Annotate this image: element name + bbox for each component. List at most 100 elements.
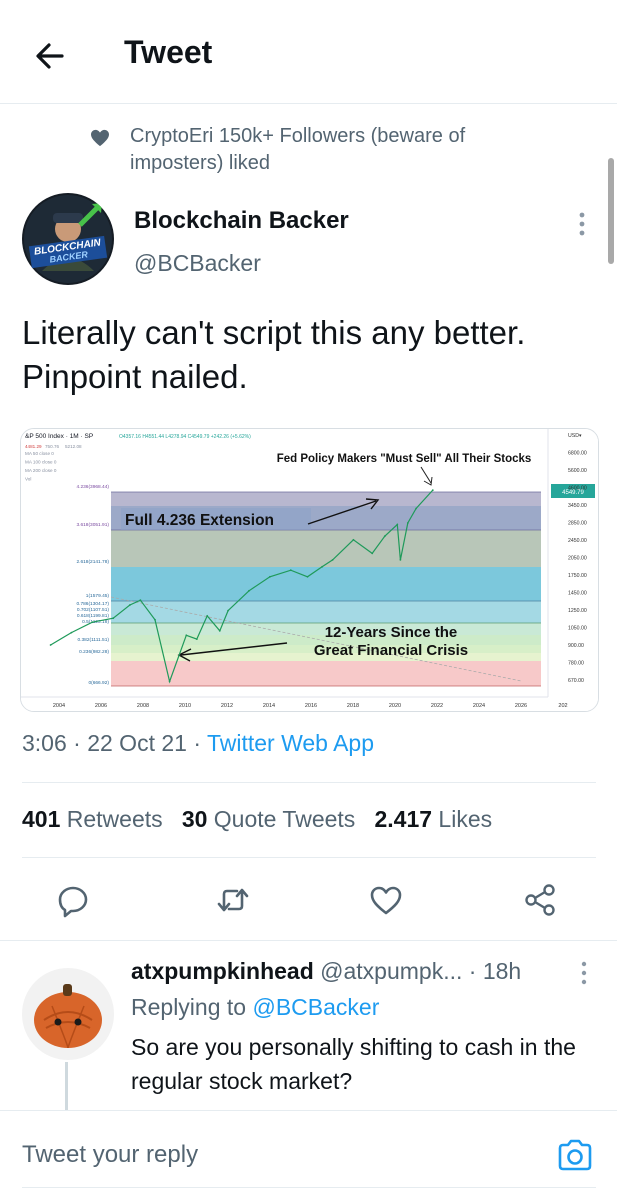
retweets-stat[interactable]: 401 Retweets [22, 806, 163, 832]
avatar[interactable]: BLOCKCHAIN BACKER [22, 193, 114, 285]
x-tick-label: 2024 [473, 703, 485, 709]
tweet-media-chart[interactable]: &P 500 Index · 1M · SP O4357.16 H4551.44… [20, 428, 599, 712]
chart-svg: &P 500 Index · 1M · SP O4357.16 H4551.44… [21, 429, 598, 711]
y-tick-label: 900.00 [568, 643, 584, 649]
header-bar: Tweet [0, 0, 617, 104]
x-tick-label: 2012 [221, 703, 233, 709]
series-point [289, 569, 292, 572]
quote-tweets-stat[interactable]: 30 Quote Tweets [182, 806, 355, 832]
fib-band-2618 [111, 530, 541, 567]
y-tick-label: 4600.00 [568, 486, 587, 492]
series-point [399, 559, 402, 561]
series-point [269, 575, 271, 578]
replying-to-handle[interactable]: @BCBacker [252, 994, 379, 1020]
thread-line [65, 1062, 68, 1110]
series-point [321, 565, 323, 568]
x-tick-label: 2018 [347, 703, 359, 709]
y-tick-label: 1250.00 [568, 608, 587, 614]
series-point [218, 629, 221, 632]
x-tick-label: 2010 [179, 703, 191, 709]
reply-time[interactable]: · 18h [469, 958, 521, 984]
fib-band-4236 [111, 492, 541, 506]
chart-symbol-label: &P 500 Index · 1M · SP [25, 433, 93, 440]
series-point [112, 617, 115, 620]
divider [22, 782, 596, 783]
page-title: Tweet [124, 34, 213, 70]
chart-legend-row: Vol [25, 477, 31, 482]
camera-icon[interactable] [556, 1137, 594, 1173]
series-point [168, 680, 171, 683]
retweet-icon[interactable] [213, 880, 253, 920]
reply-more-icon[interactable] [572, 958, 596, 988]
y-tick-label: 5600.00 [568, 468, 587, 474]
reply-avatar[interactable] [22, 968, 114, 1060]
chart-legend-row: 750.76 [45, 444, 59, 449]
chart-legend-row: 4481.29 [25, 444, 42, 449]
scrollbar[interactable] [608, 158, 614, 264]
fib-level-label: 0.618(1199.81) [77, 613, 110, 619]
y-tick-label: USD▾ [568, 433, 582, 439]
fib-level-label: 1(1579.45) [86, 593, 110, 599]
likes-stat[interactable]: 2.417 Likes [374, 806, 492, 832]
reply-text: So are you personally shifting to cash i… [131, 1034, 576, 1094]
x-tick-label: 202 [558, 703, 567, 709]
replying-to: Replying to @BCBacker [131, 994, 380, 1020]
y-tick-label: 1050.00 [568, 626, 587, 632]
fib-level-label: 0.786(1304.17) [76, 601, 109, 607]
series-point [331, 559, 334, 561]
reply-author-handle[interactable]: @atxpumpk... [320, 958, 462, 984]
tweet-timestamp[interactable]: 3:06 · 22 Oct 21 · [22, 730, 207, 756]
y-tick-label: 6800.00 [568, 451, 587, 457]
x-tick-label: 2016 [305, 703, 317, 709]
reply-composer-input[interactable]: Tweet your reply [22, 1141, 198, 1169]
share-icon[interactable] [520, 880, 560, 920]
x-tick-label: 2006 [95, 703, 107, 709]
annotation-extension: Full 4.236 Extension [125, 512, 274, 529]
tweet-source-app[interactable]: Twitter Web App [207, 730, 374, 756]
heart-outline-icon[interactable] [366, 880, 406, 920]
reply-author-name[interactable]: atxpumpkinhead [131, 958, 314, 984]
tweet-stats: 401 Retweets 30 Quote Tweets 2.417 Likes [22, 806, 492, 833]
divider [0, 1110, 617, 1111]
series-point [431, 489, 434, 491]
fib-level-label: 3.618(3051.91) [76, 522, 109, 528]
chart-legend-row: 5212.08 [65, 444, 82, 449]
chart-legend-row: MA 100 close 0 [25, 460, 57, 465]
fib-level-label: 0.382(1111.51) [78, 637, 110, 643]
back-arrow-icon[interactable] [30, 36, 70, 76]
y-tick-label: 3450.00 [568, 503, 587, 509]
y-tick-label: 2850.00 [568, 521, 587, 527]
series-point [396, 523, 399, 526]
x-tick-label: 2014 [263, 703, 275, 709]
reply-header: atxpumpkinhead @atxpumpk... · 18h [131, 958, 521, 985]
series-point [70, 631, 73, 634]
more-options-icon[interactable] [565, 207, 599, 241]
series-point [195, 638, 198, 640]
y-tick-label: 780.00 [568, 661, 584, 667]
y-tick-label: 2050.00 [568, 556, 587, 562]
author-name[interactable]: Blockchain Backer [134, 207, 349, 235]
fib-band-1618 [111, 567, 541, 601]
series-point [352, 538, 355, 541]
fib-band-1 [111, 601, 541, 623]
y-tick-label: 1750.00 [568, 573, 587, 579]
fib-level-label: 0.236(982.28) [79, 649, 109, 655]
series-point [227, 609, 230, 612]
tweet-text: Literally can't script this any better. … [22, 314, 526, 395]
tweet-metadata: 3:06 · 22 Oct 21 · Twitter Web App [22, 730, 374, 757]
series-point [306, 575, 309, 578]
fib-level-label: 4.236(3968.44) [76, 484, 109, 490]
heart-icon [91, 129, 109, 147]
y-tick-label: 2450.00 [568, 538, 587, 544]
series-point [371, 552, 374, 555]
series-point [185, 634, 188, 637]
chart-legend-row: MA 200 close 0 [25, 468, 57, 473]
author-handle[interactable]: @BCBacker [134, 250, 261, 277]
chart-legend-row: MA 50 close 0 [25, 451, 54, 456]
fib-level-label: 0(666.92) [88, 680, 109, 686]
fib-level-label: 2.618(2141.78) [76, 559, 109, 565]
reply-icon[interactable] [53, 880, 93, 920]
annotation-fed-policy: Fed Policy Makers "Must Sell" All Their … [277, 453, 532, 465]
x-tick-label: 2020 [389, 703, 401, 709]
series-point [154, 618, 156, 621]
